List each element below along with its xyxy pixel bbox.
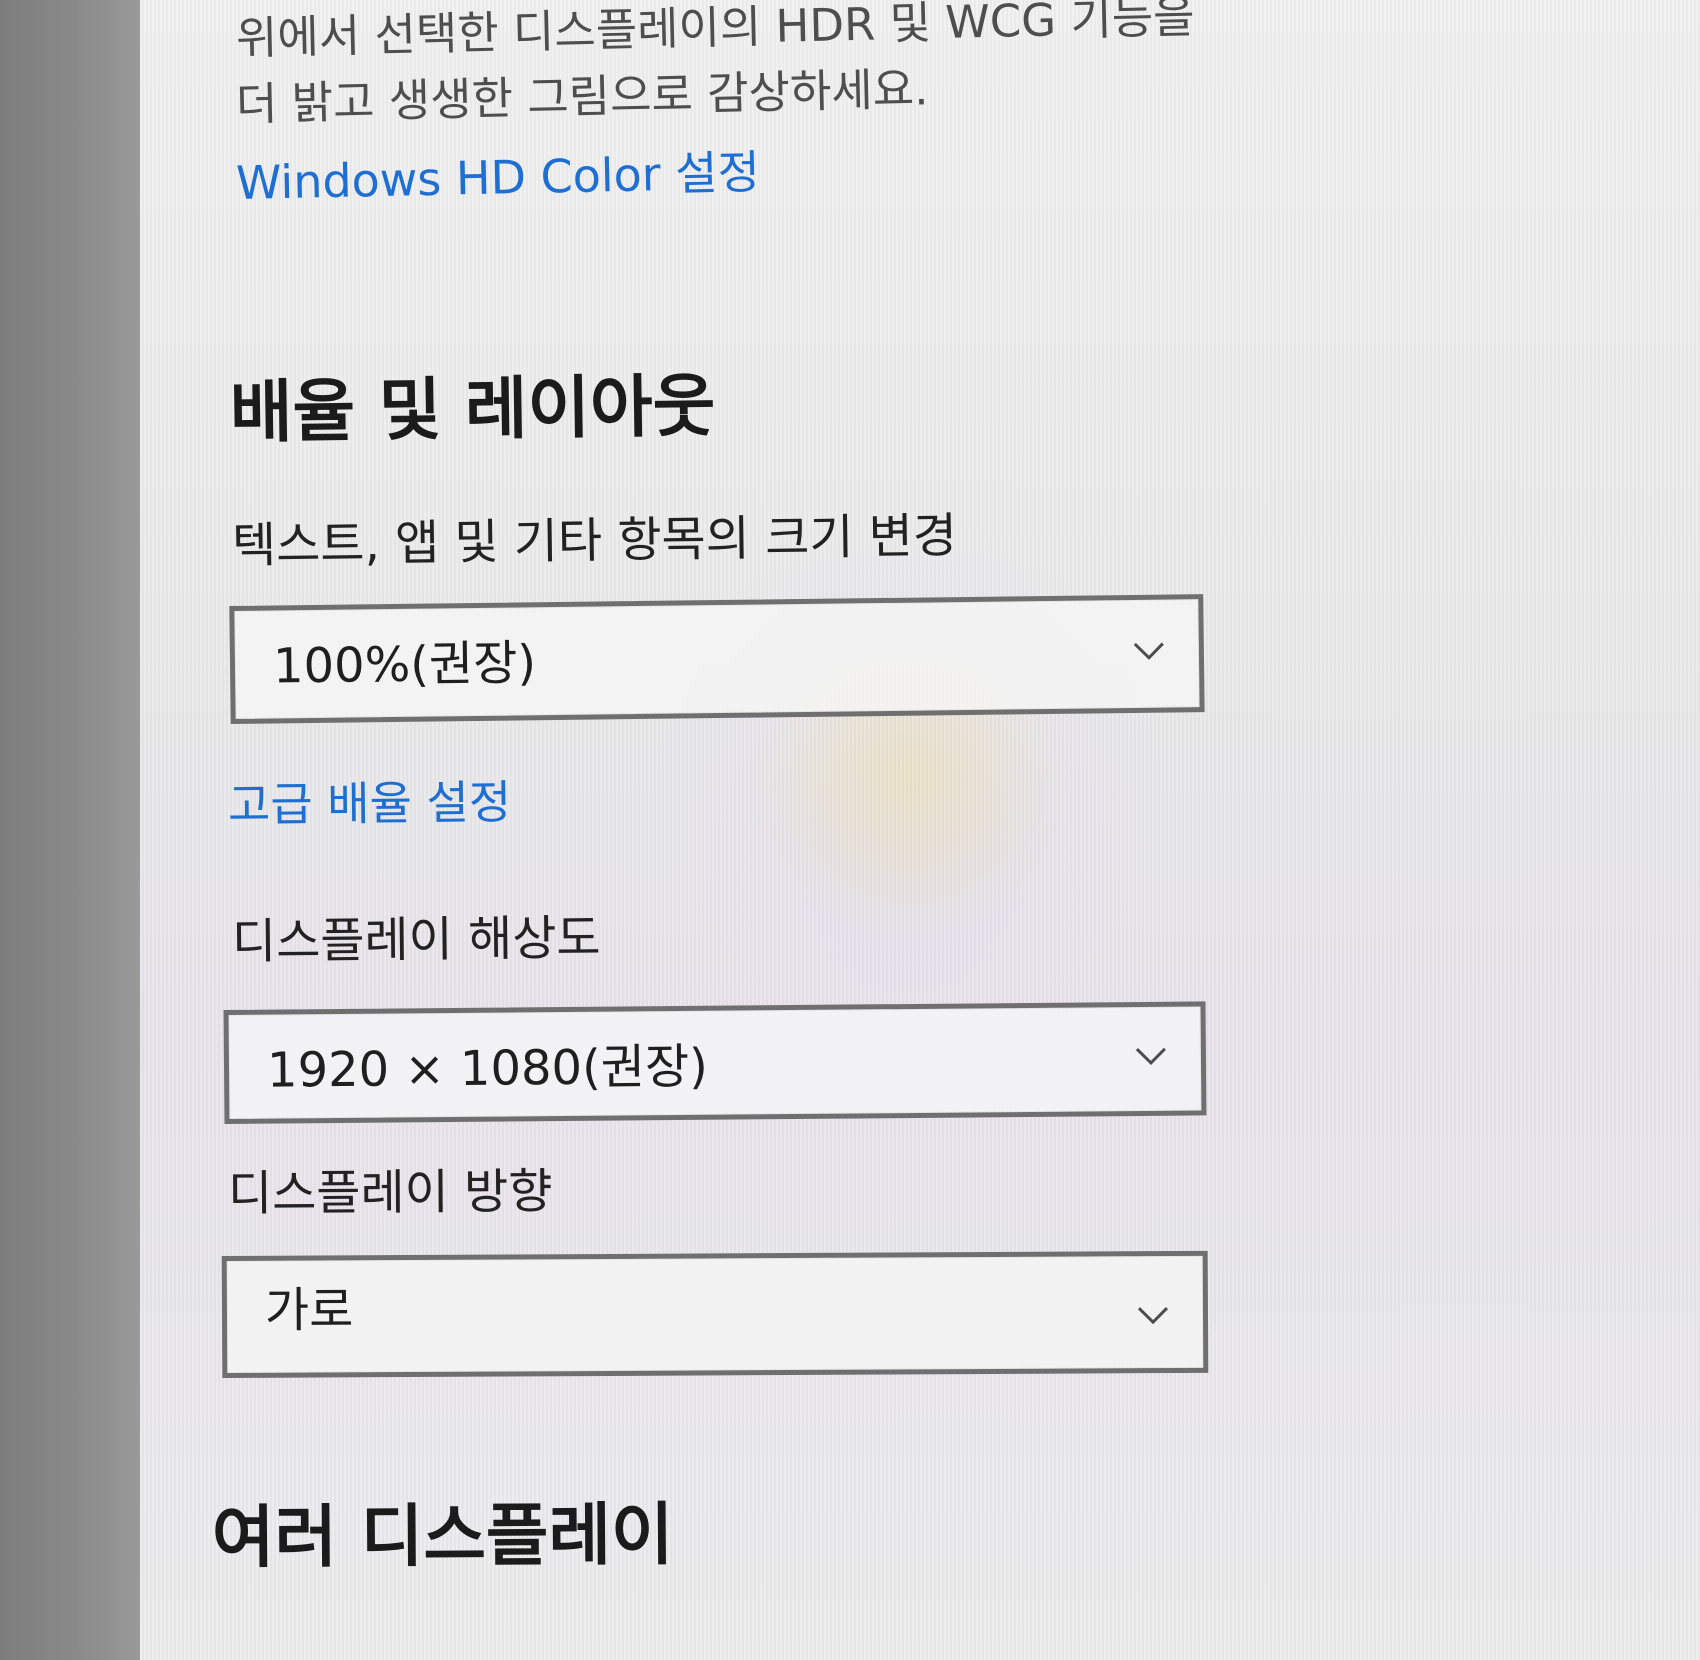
text-size-dropdown[interactable]: 100%(권장) bbox=[229, 594, 1205, 724]
display-resolution-value: 1920 × 1080(권장) bbox=[266, 1038, 709, 1099]
chevron-down-icon bbox=[1133, 642, 1165, 662]
hdr-description-line-2: 더 밝고 생생한 그림으로 감상하세요. bbox=[235, 62, 929, 131]
text-size-value: 100%(권장) bbox=[272, 635, 537, 695]
display-settings-content: 위에서 선택한 디스플레이의 HDR 및 WCG 기능을 더 밝고 생생한 그림… bbox=[140, 0, 1700, 1660]
chevron-down-icon bbox=[1135, 1047, 1167, 1067]
display-orientation-label: 디스플레이 방향 bbox=[227, 1163, 553, 1222]
display-orientation-dropdown[interactable]: 가로 bbox=[221, 1250, 1209, 1378]
display-resolution-dropdown[interactable]: 1920 × 1080(권장) bbox=[223, 1001, 1207, 1124]
advanced-scaling-settings-link[interactable]: 고급 배율 설정 bbox=[228, 775, 512, 832]
display-orientation-value: 가로 bbox=[264, 1282, 354, 1339]
scale-layout-title: 배율 및 레이아웃 bbox=[229, 367, 716, 453]
display-resolution-label: 디스플레이 해상도 bbox=[231, 910, 601, 970]
hdr-description-line-1: 위에서 선택한 디스플레이의 HDR 및 WCG 기능을 bbox=[235, 0, 1196, 65]
display-settings-panel: 위에서 선택한 디스플레이의 HDR 및 WCG 기능을 더 밝고 생생한 그림… bbox=[140, 0, 1700, 1660]
multiple-displays-title: 여러 디스플레이 bbox=[211, 1495, 674, 1578]
chevron-down-icon bbox=[1137, 1306, 1169, 1326]
left-background-strip bbox=[0, 0, 140, 1660]
windows-hd-color-settings-link[interactable]: Windows HD Color 설정 bbox=[235, 145, 760, 210]
text-size-label: 텍스트, 앱 및 기타 항목의 크기 변경 bbox=[231, 507, 958, 574]
